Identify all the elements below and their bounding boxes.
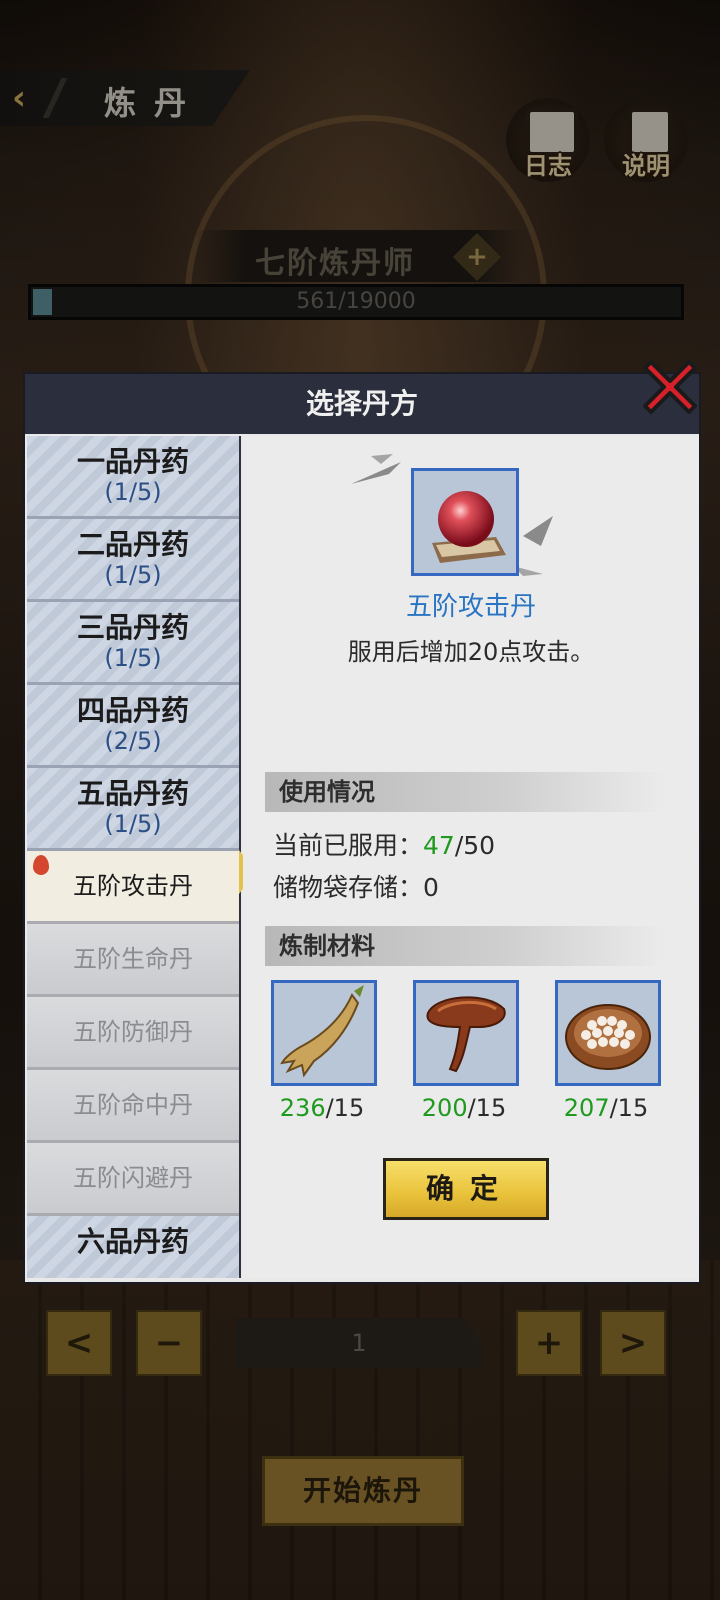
usage-section-title: 使用情况 bbox=[279, 778, 375, 806]
confirm-label: 确定 bbox=[425, 1172, 514, 1205]
recipe-name: 五阶防御丹 bbox=[73, 1018, 193, 1046]
category-count: (2/5) bbox=[104, 727, 162, 755]
recipe-category-list[interactable]: 一品丹药 (1/5) 二品丹药 (1/5) 三品丹药 (1/5) 四品丹药 (2… bbox=[27, 436, 241, 1278]
recipe-name: 五阶命中丹 bbox=[73, 1091, 193, 1119]
category-name: 六品丹药 bbox=[76, 1225, 189, 1258]
category-count: (1/5) bbox=[104, 810, 162, 838]
close-icon bbox=[643, 360, 697, 414]
close-button[interactable] bbox=[635, 352, 705, 422]
recipe-item[interactable]: 五阶命中丹 bbox=[27, 1070, 239, 1143]
consumed-max: /50 bbox=[454, 831, 496, 860]
red-pill-icon bbox=[432, 491, 506, 563]
material-slot[interactable] bbox=[271, 980, 377, 1086]
modal-title: 选择丹方 bbox=[305, 387, 418, 420]
material-count: 236/15 bbox=[267, 1094, 377, 1122]
usage-section-header: 使用情况 bbox=[265, 772, 665, 812]
consumed-stat: 当前已服用：47/50 bbox=[273, 826, 495, 862]
decoration-shard-icon bbox=[513, 516, 553, 576]
storage-value: 0 bbox=[423, 873, 439, 902]
consumed-label: 当前已服用： bbox=[273, 831, 424, 860]
recipe-name: 五阶生命丹 bbox=[73, 945, 193, 973]
category-count: (1/5) bbox=[104, 644, 162, 672]
category-name: 五品丹药 bbox=[76, 777, 189, 810]
recipe-name: 五阶闪避丹 bbox=[73, 1164, 193, 1192]
recipe-name: 五阶攻击丹 bbox=[73, 872, 193, 900]
item-description: 服用后增加20点攻击。 bbox=[347, 638, 595, 666]
item-icon-frame bbox=[411, 468, 519, 576]
category-item[interactable]: 四品丹药 (2/5) bbox=[27, 685, 239, 768]
category-item[interactable]: 一品丹药 (1/5) bbox=[27, 436, 239, 519]
ginseng-icon bbox=[280, 985, 364, 1078]
lingzhi-icon bbox=[426, 996, 506, 1073]
material-need: /15 bbox=[609, 1094, 649, 1122]
modal-header: 选择丹方 bbox=[25, 374, 699, 434]
recipe-detail-panel: 五阶攻击丹 服用后增加20点攻击。 使用情况 当前已服用：47/50 储物袋存储… bbox=[243, 436, 699, 1278]
category-count: (1/5) bbox=[104, 478, 162, 506]
category-name: 四品丹药 bbox=[76, 694, 189, 727]
recipe-item[interactable]: 五阶生命丹 bbox=[27, 924, 239, 997]
material-have: 207 bbox=[563, 1094, 610, 1122]
pearl-bowl-icon bbox=[565, 1004, 651, 1070]
recipe-modal: 选择丹方 一品丹药 (1/5) 二品丹药 (1/5) 三品丹药 (1/5) 四品… bbox=[23, 372, 701, 1284]
material-slot[interactable] bbox=[555, 980, 661, 1086]
item-name: 五阶攻击丹 bbox=[405, 592, 536, 622]
storage-stat: 储物袋存储：0 bbox=[273, 868, 439, 904]
materials-section-header: 炼制材料 bbox=[265, 926, 665, 966]
consumed-value: 47 bbox=[423, 831, 455, 860]
category-count: (1/5) bbox=[104, 561, 162, 589]
category-item[interactable]: 六品丹药 bbox=[27, 1216, 239, 1278]
materials-section-title: 炼制材料 bbox=[279, 932, 375, 960]
material-count: 200/15 bbox=[409, 1094, 519, 1122]
recipe-item-active[interactable]: 五阶攻击丹 bbox=[27, 851, 239, 924]
recipe-item[interactable]: 五阶防御丹 bbox=[27, 997, 239, 1070]
category-name: 三品丹药 bbox=[76, 611, 189, 644]
material-have: 200 bbox=[421, 1094, 468, 1122]
category-item[interactable]: 三品丹药 (1/5) bbox=[27, 602, 239, 685]
decoration-shard-icon bbox=[351, 454, 401, 484]
storage-label: 储物袋存储： bbox=[273, 873, 424, 902]
material-count: 207/15 bbox=[551, 1094, 661, 1122]
category-item[interactable]: 二品丹药 (1/5) bbox=[27, 519, 239, 602]
material-need: /15 bbox=[467, 1094, 507, 1122]
confirm-button[interactable]: 确定 bbox=[383, 1158, 549, 1220]
recipe-item[interactable]: 五阶闪避丹 bbox=[27, 1143, 239, 1216]
category-name: 一品丹药 bbox=[76, 445, 189, 478]
category-name: 二品丹药 bbox=[76, 528, 189, 561]
category-item[interactable]: 五品丹药 (1/5) bbox=[27, 768, 239, 851]
material-have: 236 bbox=[279, 1094, 326, 1122]
material-slot[interactable] bbox=[413, 980, 519, 1086]
material-need: /15 bbox=[325, 1094, 365, 1122]
